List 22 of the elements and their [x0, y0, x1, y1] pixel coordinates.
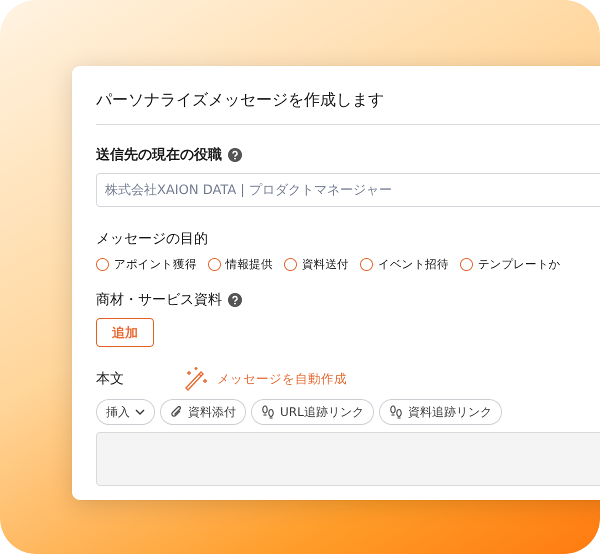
dialog-title: パーソナライズメッセージを作成します [96, 89, 385, 111]
chevron-down-icon [135, 408, 145, 416]
role-input-field[interactable]: 株式会社XAION DATA | プロダクトマネージャー [96, 173, 600, 207]
radio-option[interactable]: 情報提供 [208, 257, 273, 272]
radio-option[interactable]: 資料送付 [284, 257, 350, 272]
help-icon[interactable] [228, 293, 242, 307]
footprints-icon [388, 405, 403, 419]
radio-option[interactable]: イベント招待 [360, 257, 449, 272]
magic-wand-icon [183, 366, 209, 392]
footprints-icon [261, 405, 275, 419]
paperclip-icon [170, 405, 183, 419]
field-label: 商材・サービス資料 [96, 291, 222, 309]
field-label: 本文 [96, 370, 125, 388]
field-label: 送信先の現在の役職 [96, 146, 222, 164]
help-icon[interactable] [228, 148, 242, 162]
tracking-link-button[interactable]: URL追跡リンク [251, 399, 374, 425]
tracking-link-button[interactable]: 資料追跡リンク [378, 399, 502, 425]
field-label: メッセージの目的 [96, 230, 208, 248]
insert-dropdown[interactable]: 挿入 [96, 399, 155, 425]
attach-button[interactable]: 資料添付 [160, 399, 246, 425]
radio-option[interactable]: アポイント獲得 [96, 257, 197, 272]
radio-option[interactable]: テンプレートか [460, 257, 560, 272]
